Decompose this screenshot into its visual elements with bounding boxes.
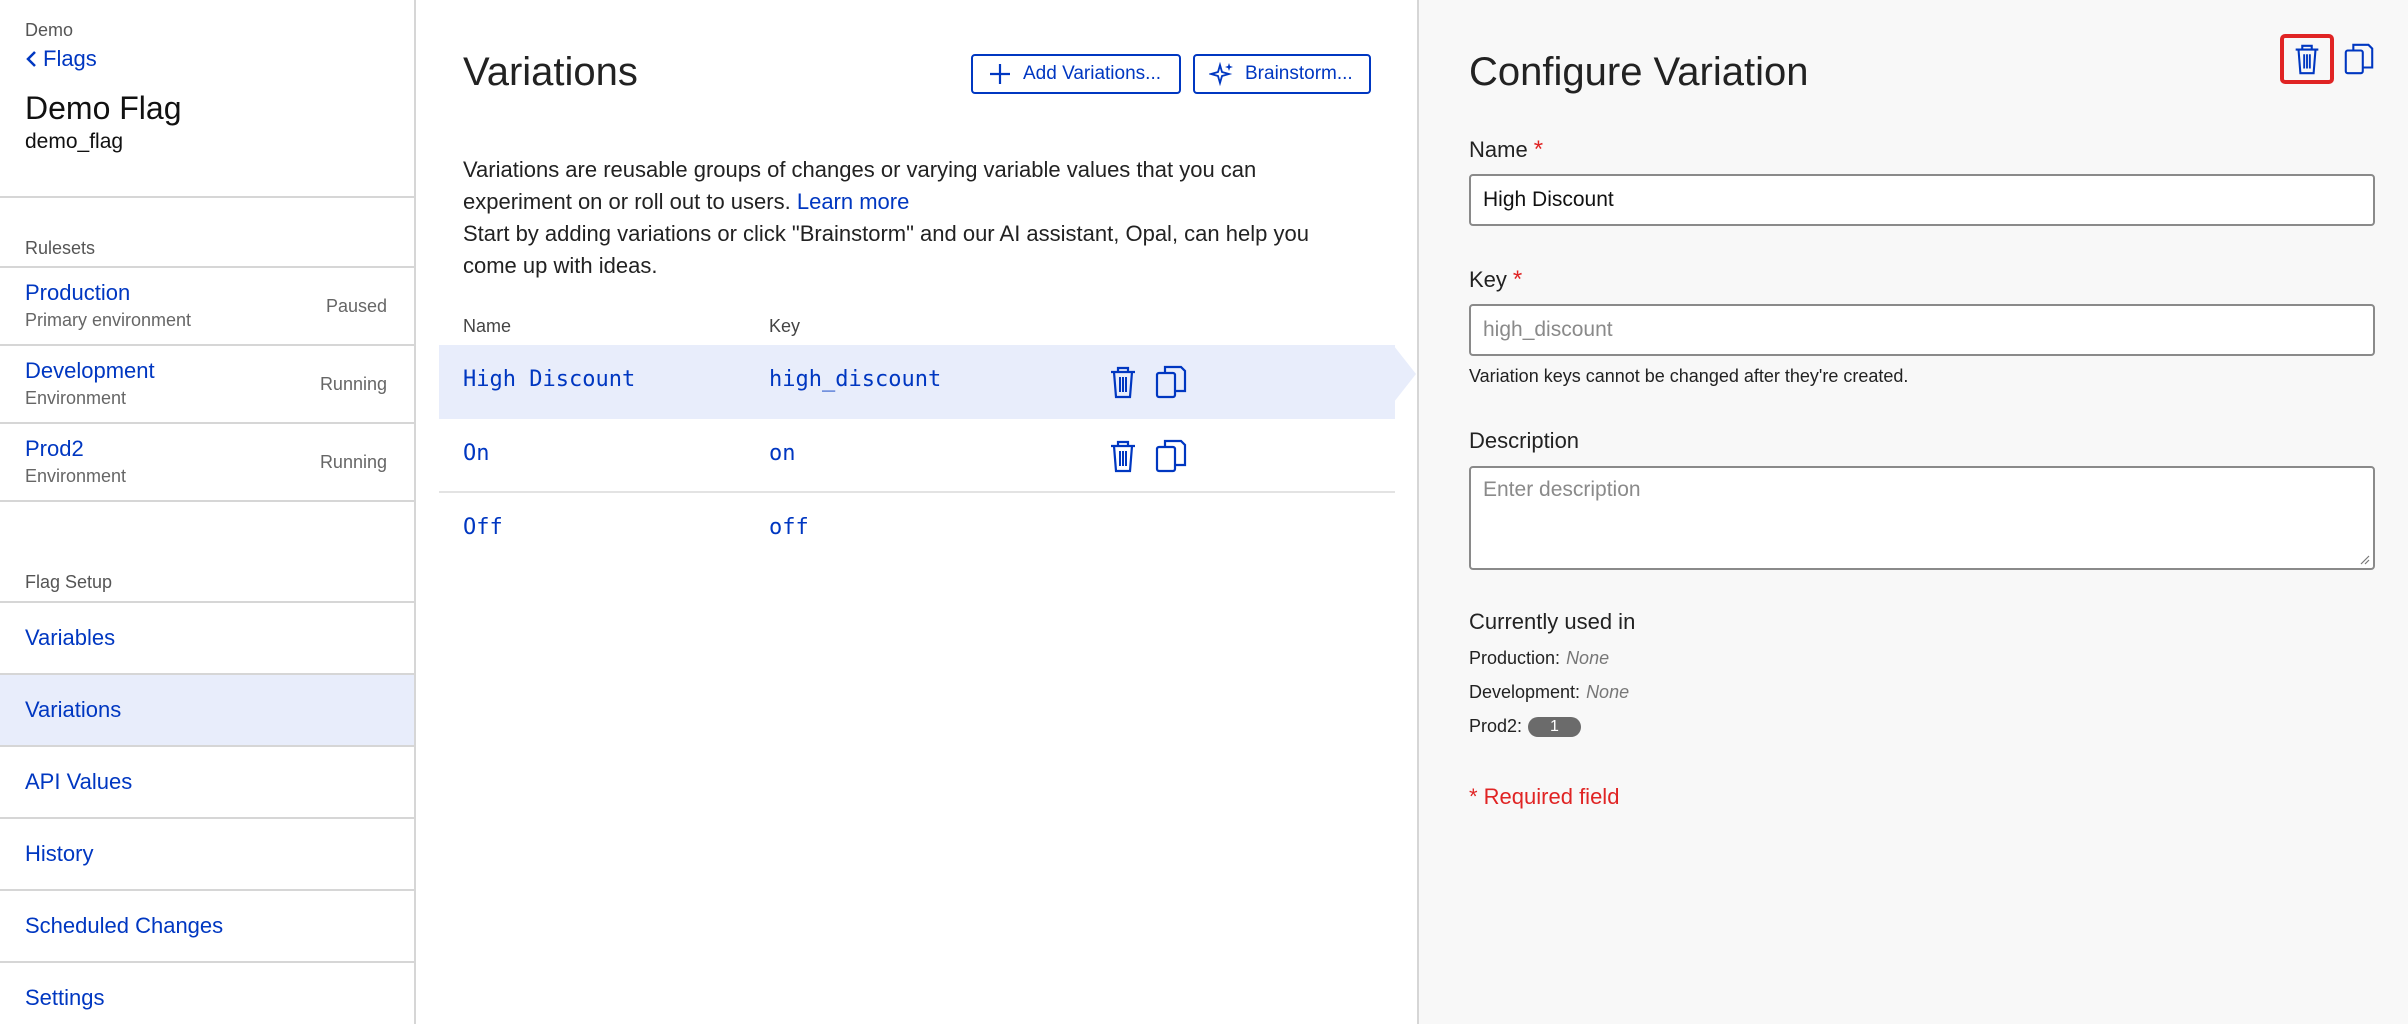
copy-icon[interactable] xyxy=(1153,437,1189,475)
required-field-note: * Required field xyxy=(1469,784,1620,809)
breadcrumb: Demo xyxy=(25,20,74,40)
ruleset-subtitle: Primary environment xyxy=(25,310,192,330)
brainstorm-label: Brainstorm... xyxy=(1245,63,1353,84)
trash-icon[interactable] xyxy=(2280,34,2334,84)
sidebar-item-history[interactable]: History xyxy=(0,819,414,891)
sidebar-item-api-values[interactable]: API Values xyxy=(0,747,414,819)
ruleset-subtitle: Environment xyxy=(25,466,127,486)
back-to-flags-link[interactable]: Flags xyxy=(25,46,97,72)
usage-prod2: Prod2: 1 xyxy=(1469,716,1581,737)
usage-development: Development: None xyxy=(1469,682,1629,703)
sidebar-item-variables[interactable]: Variables xyxy=(0,603,414,675)
usage-env: Prod2: xyxy=(1469,716,1523,736)
key-hint: Variation keys cannot be changed after t… xyxy=(1469,366,1909,386)
nav-label: API Values xyxy=(25,769,133,794)
usage-env: Development: xyxy=(1469,682,1581,702)
variation-key: high_discount xyxy=(769,367,942,392)
required-asterisk: * xyxy=(1533,136,1544,163)
key-input: high_discount xyxy=(1469,304,2375,356)
learn-more-link[interactable]: Learn more xyxy=(797,189,910,214)
table-row[interactable]: Off off xyxy=(439,493,1395,567)
trash-icon[interactable] xyxy=(1105,437,1141,475)
variation-key: off xyxy=(769,515,809,540)
flag-key: demo_flag xyxy=(25,130,124,153)
ruleset-status: Running xyxy=(319,374,387,394)
panel-title: Configure Variation xyxy=(1469,50,1809,94)
column-header-name: Name xyxy=(463,316,512,336)
variation-name: Off xyxy=(463,515,503,540)
sparkle-icon xyxy=(1209,61,1233,87)
name-label: Name xyxy=(1469,137,1528,162)
nav-label: Settings xyxy=(25,985,105,1010)
brainstorm-button[interactable]: Brainstorm... xyxy=(1193,54,1371,94)
required-asterisk: * xyxy=(1512,266,1523,293)
nav-label: Variations xyxy=(25,697,122,722)
chevron-left-icon xyxy=(26,51,36,67)
variation-name: High Discount xyxy=(463,367,636,392)
selection-pointer xyxy=(1394,346,1416,402)
sidebar: Demo Flags Demo Flag demo_flag Rulesets … xyxy=(0,0,416,1024)
table-row[interactable]: High Discount high_discount xyxy=(439,345,1395,419)
column-header-key: Key xyxy=(769,316,801,336)
ruleset-status: Running xyxy=(319,452,387,472)
ruleset-name: Production xyxy=(25,280,131,305)
ruleset-item-production[interactable]: Production Primary environment Paused xyxy=(0,268,414,346)
name-input[interactable]: High Discount xyxy=(1469,174,2375,226)
variations-main: Variations Add Variations... Brainstorm.… xyxy=(417,0,1417,1024)
nav-label: History xyxy=(25,841,94,866)
usage-env: Production: xyxy=(1469,648,1561,668)
ruleset-subtitle: Environment xyxy=(25,388,127,408)
add-variations-label: Add Variations... xyxy=(1023,63,1162,84)
table-row[interactable]: On on xyxy=(439,419,1395,493)
sidebar-item-scheduled-changes[interactable]: Scheduled Changes xyxy=(0,891,414,963)
currently-used-title: Currently used in xyxy=(1469,609,1636,634)
divider xyxy=(0,196,414,198)
ruleset-item-development[interactable]: Development Environment Running xyxy=(0,346,414,424)
plus-icon xyxy=(990,64,1010,84)
ruleset-name: Prod2 xyxy=(25,436,84,461)
copy-icon[interactable] xyxy=(1153,363,1189,401)
rulesets-section-label: Rulesets xyxy=(25,238,96,258)
flag-setup-section-label: Flag Setup xyxy=(25,572,113,592)
copy-icon[interactable] xyxy=(2332,34,2386,84)
sidebar-item-variations[interactable]: Variations xyxy=(0,675,414,747)
description-textarea[interactable]: Enter description xyxy=(1469,466,2375,570)
usage-production: Production: None xyxy=(1469,648,1609,669)
resize-grip-icon[interactable] xyxy=(2358,553,2370,565)
ruleset-name: Development xyxy=(25,358,155,383)
page-title: Variations xyxy=(463,50,638,94)
variation-key: on xyxy=(769,441,796,466)
description-text-2: Start by adding variations or click "Bra… xyxy=(463,221,1309,278)
ruleset-item-prod2[interactable]: Prod2 Environment Running xyxy=(0,424,414,502)
ruleset-status: Paused xyxy=(325,296,387,316)
configure-variation-panel: Configure Variation Name * High Discount … xyxy=(1417,0,2408,1024)
back-link-label: Flags xyxy=(43,46,97,71)
add-variations-button[interactable]: Add Variations... xyxy=(971,54,1181,94)
nav-label: Variables xyxy=(25,625,116,650)
description-placeholder: Enter description xyxy=(1483,478,1641,501)
usage-count-badge: 1 xyxy=(1528,716,1581,737)
usage-value: None xyxy=(1586,682,1630,702)
sidebar-item-settings[interactable]: Settings xyxy=(0,963,414,1024)
nav-label: Scheduled Changes xyxy=(25,913,224,938)
description-label: Description xyxy=(1469,428,1580,453)
trash-icon[interactable] xyxy=(1105,363,1141,401)
key-label: Key xyxy=(1469,267,1507,292)
key-field-label: Key * xyxy=(1469,266,1522,294)
variation-name: On xyxy=(463,441,490,466)
name-field-label: Name * xyxy=(1469,136,1543,164)
flag-title: Demo Flag xyxy=(25,90,182,126)
usage-value: None xyxy=(1566,648,1610,668)
variations-description: Variations are reusable groups of change… xyxy=(463,154,1343,282)
